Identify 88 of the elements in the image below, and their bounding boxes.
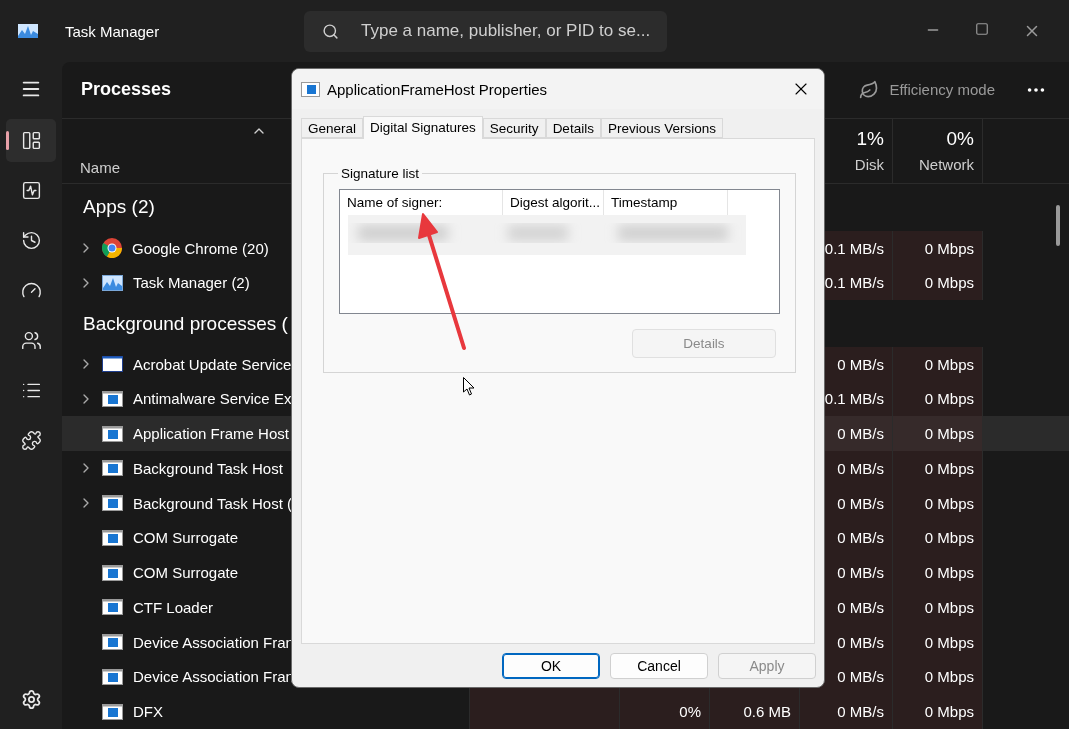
users-icon [20,330,42,351]
tab[interactable]: Details [545,118,601,138]
process-name: Google Chrome (20) [132,239,269,257]
window-icon [102,356,123,373]
page-title: Processes [81,79,172,101]
disk-value: 0.1 MB/s [824,274,884,292]
tab[interactable]: Previous Versions [600,118,723,138]
network-value: 0 Mbps [924,239,974,257]
network-value: 0 Mbps [924,274,974,292]
window-icon [102,390,123,407]
signature-list[interactable]: Name of signer: Digest algorit... Timestamp [339,189,780,315]
window-icon [301,81,320,97]
group-heading: Apps (2) [82,196,155,219]
network-value: 0 Mbps [924,564,974,582]
network-value: 0 Mbps [924,390,974,408]
dialog-button[interactable]: OK [502,653,600,679]
network-value: 0 Mbps [924,633,974,651]
dialog-title: ApplicationFrameHost Properties [327,80,548,98]
network-value: 0 Mbps [924,425,974,443]
window-icon [102,425,123,442]
window-icon [102,599,123,616]
tab[interactable]: General [301,118,364,138]
column-percent: 0% [946,128,974,151]
disk-value: 0 MB/s [837,633,884,651]
window-icon [102,564,123,581]
mouse-pointer-icon [463,377,475,396]
chart-window-icon [102,274,123,291]
process-name: Application Frame Host [133,425,289,443]
disk-value: 0.1 MB/s [824,390,884,408]
column-header[interactable]: Disk [854,156,884,174]
disk-value: 0 MB/s [837,564,884,582]
window-icon [102,495,123,512]
disk-value: 0 MB/s [837,529,884,547]
process-name: DFX [133,703,163,721]
search-field[interactable]: Type a name, publisher, or PID to se... [304,10,667,52]
network-value: 0 Mbps [924,529,974,547]
efficiency-mode-button[interactable]: Efficiency mode [859,79,995,100]
disk-value: 0 MB/s [837,425,884,443]
process-name: Task Manager (2) [133,274,250,292]
process-name: COM Surrogate [133,564,239,582]
network-value: 0 Mbps [924,703,974,721]
window-icon [102,668,123,685]
chrome-icon [102,238,122,259]
process-row[interactable]: DFX 0% 0.6 MB 0 MB/s 0 Mbps [62,694,1069,729]
column-header[interactable]: Name [80,159,120,177]
scrollbar-thumb[interactable] [1056,205,1060,246]
disk-value: 0 MB/s [837,703,884,721]
window-icon [102,634,123,651]
sidebar-item[interactable] [6,119,56,162]
chart-window-icon [18,24,38,38]
disk-value: 0 MB/s [837,668,884,686]
column-header[interactable]: Network [919,156,974,174]
window-title: Task Manager [65,22,161,40]
leaf-icon [859,79,880,100]
process-name: Acrobat Update Service [133,355,292,373]
disk-value: 0 MB/s [837,355,884,373]
disk-value: 0 MB/s [837,598,884,616]
disk-value: 0 MB/s [837,459,884,477]
disk-value: 0 MB/s [837,494,884,512]
process-name: COM Surrogate [133,529,239,547]
group-label: Signature list [340,166,421,181]
network-value: 0 Mbps [924,459,974,477]
network-value: 0 Mbps [924,668,974,686]
process-name: CTF Loader [133,598,214,616]
network-value: 0 Mbps [924,494,974,512]
search-icon [322,22,339,40]
tab[interactable]: Security [482,118,546,138]
panels-icon [20,130,42,151]
column-percent: 1% [856,128,884,151]
window-icon [102,529,123,546]
cpu-value: 0% [679,703,701,721]
puzzle-icon [20,430,42,451]
process-name: Background Task Host [133,459,283,477]
network-value: 0 Mbps [924,355,974,373]
tab[interactable]: Digital Signatures [363,116,483,139]
history-icon [20,230,42,251]
group-heading: Background processes ( [82,312,288,335]
dialog-button[interactable]: Cancel [610,653,708,679]
window-icon [102,460,123,477]
disk-value: 0.1 MB/s [824,239,884,257]
memory-value: 0.6 MB [743,703,791,721]
process-name: Background Task Host ( [133,494,292,512]
activity-icon [20,180,42,201]
window-icon [102,703,123,720]
network-value: 0 Mbps [924,598,974,616]
settings-icon[interactable] [20,689,42,710]
process-name: Antimalware Service Ex [133,390,292,408]
maximize-icon[interactable] [975,22,989,36]
